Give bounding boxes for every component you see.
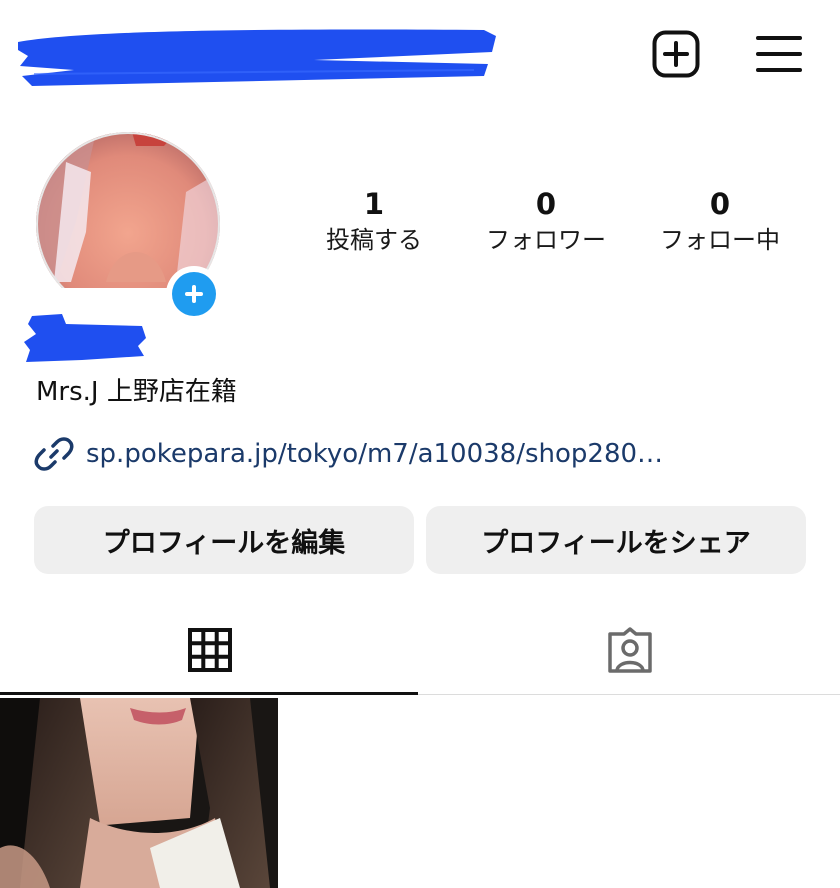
following-count: 0 — [709, 187, 731, 221]
profile-link-text[interactable]: sp.pokepara.jp/tokyo/m7/a10038/shop280… — [86, 439, 663, 469]
redacted-name — [24, 314, 146, 362]
posts-count: 1 — [363, 187, 385, 221]
stat-following[interactable]: 0 フォロー中 — [630, 186, 810, 258]
add-story-button[interactable] — [166, 266, 222, 322]
active-tab-indicator — [0, 692, 418, 695]
edit-profile-button[interactable]: プロフィールを編集 — [34, 506, 414, 574]
plus-icon — [172, 272, 216, 316]
profile-avatar[interactable] — [36, 132, 220, 288]
tab-posts-grid[interactable] — [0, 604, 420, 696]
grid-icon — [188, 628, 232, 672]
tagged-person-icon — [608, 627, 652, 673]
stat-posts[interactable]: 1 投稿する — [284, 186, 464, 258]
followers-label: フォロワー — [486, 226, 606, 254]
redacted-username — [18, 29, 496, 86]
posts-label: 投稿する — [326, 226, 422, 254]
followers-count: 0 — [535, 187, 557, 221]
new-post-icon[interactable] — [652, 30, 700, 78]
stat-followers[interactable]: 0 フォロワー — [456, 186, 636, 258]
share-profile-button[interactable]: プロフィールをシェア — [426, 506, 806, 574]
hamburger-menu-icon[interactable] — [756, 34, 802, 74]
profile-link[interactable]: sp.pokepara.jp/tokyo/m7/a10038/shop280… — [34, 434, 663, 474]
profile-bio: Mrs.J 上野店在籍 — [36, 377, 237, 407]
post-thumbnail[interactable] — [0, 698, 278, 888]
following-label: フォロー中 — [660, 226, 780, 254]
tab-tagged[interactable] — [420, 604, 840, 696]
link-icon — [34, 437, 74, 471]
